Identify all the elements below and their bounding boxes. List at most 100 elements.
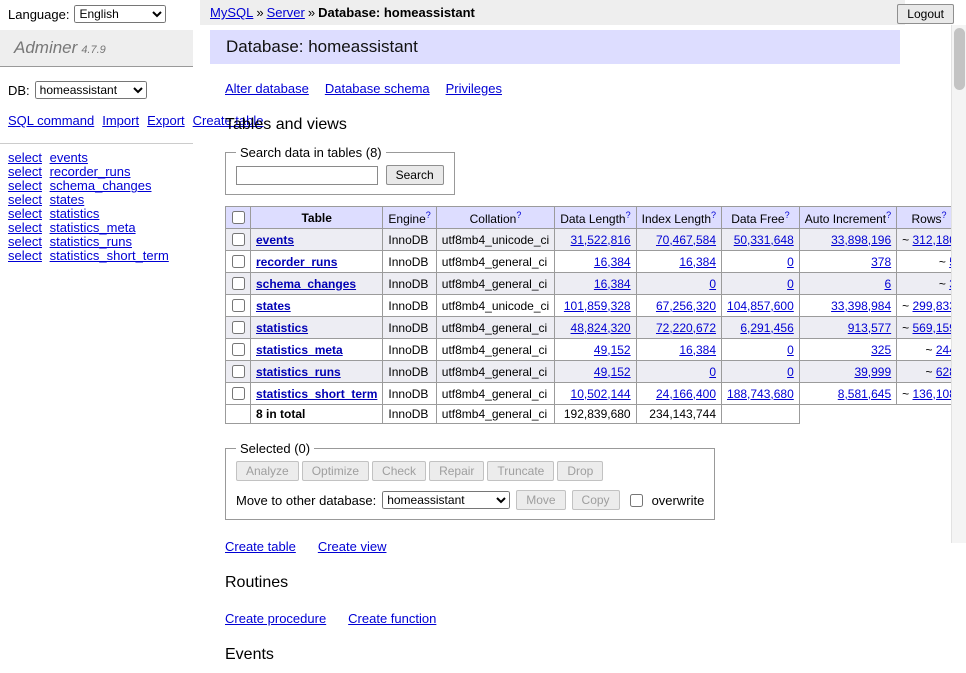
row-checkbox-statistics[interactable] xyxy=(232,321,245,334)
row-checkbox-statistics-runs[interactable] xyxy=(232,365,245,378)
doc-link-engine[interactable]: ? xyxy=(426,210,431,220)
rows-link[interactable]: 569,159 xyxy=(913,321,956,335)
auto-increment-link[interactable]: 33,398,984 xyxy=(831,299,891,313)
data-free-link[interactable]: 188,743,680 xyxy=(727,387,794,401)
table-name-link-schema-changes[interactable]: schema_changes xyxy=(256,277,356,291)
doc-link-collation[interactable]: ? xyxy=(516,210,521,220)
sidebar-select-link-schema-changes[interactable]: select xyxy=(8,178,42,193)
data-free-link[interactable]: 0 xyxy=(787,277,794,291)
table-name-link-events[interactable]: events xyxy=(256,233,294,247)
routine-link-create-function[interactable]: Create function xyxy=(348,611,436,626)
data-length-link[interactable]: 31,522,816 xyxy=(571,233,631,247)
data-free-link[interactable]: 104,857,600 xyxy=(727,299,794,313)
sidebar-table-link-statistics-short-term[interactable]: statistics_short_term xyxy=(50,248,169,263)
auto-increment-link[interactable]: 913,577 xyxy=(848,321,891,335)
language-select[interactable]: English xyxy=(74,5,166,23)
data-length-link[interactable]: 49,152 xyxy=(594,343,631,357)
data-free-link[interactable]: 0 xyxy=(787,365,794,379)
index-length-link[interactable]: 72,220,672 xyxy=(656,321,716,335)
drop-button[interactable]: Drop xyxy=(557,461,603,481)
doc-link-index-length[interactable]: ? xyxy=(711,210,716,220)
table-name-link-statistics-short-term[interactable]: statistics_short_term xyxy=(256,387,377,401)
table-name-link-statistics-meta[interactable]: statistics_meta xyxy=(256,343,343,357)
data-length-link[interactable]: 10,502,144 xyxy=(571,387,631,401)
move-button[interactable]: Move xyxy=(516,490,565,510)
index-length-link[interactable]: 24,166,400 xyxy=(656,387,716,401)
table-name-link-recorder-runs[interactable]: recorder_runs xyxy=(256,255,337,269)
row-checkbox-schema-changes[interactable] xyxy=(232,277,245,290)
truncate-button[interactable]: Truncate xyxy=(487,461,554,481)
sidebar-select-link-events[interactable]: select xyxy=(8,150,42,165)
sidebar-table-link-schema-changes[interactable]: schema_changes xyxy=(50,178,152,193)
auto-increment-link[interactable]: 39,999 xyxy=(854,365,891,379)
sidebar-select-link-recorder-runs[interactable]: select xyxy=(8,164,42,179)
auto-increment-link[interactable]: 8,581,645 xyxy=(838,387,891,401)
auto-increment-link[interactable]: 325 xyxy=(871,343,891,357)
search-input[interactable] xyxy=(236,166,378,185)
rows-link[interactable]: 136,108 xyxy=(913,387,956,401)
db-select[interactable]: homeassistant xyxy=(35,81,147,99)
doc-link-rows[interactable]: ? xyxy=(942,210,947,220)
data-free-link[interactable]: 0 xyxy=(787,255,794,269)
optimize-button[interactable]: Optimize xyxy=(302,461,369,481)
data-length-link[interactable]: 48,824,320 xyxy=(571,321,631,335)
analyze-button[interactable]: Analyze xyxy=(236,461,299,481)
row-checkbox-statistics-short-term[interactable] xyxy=(232,387,245,400)
doc-link-data-length[interactable]: ? xyxy=(626,210,631,220)
select-all-checkbox[interactable] xyxy=(232,211,245,224)
index-length-link[interactable]: 16,384 xyxy=(679,255,716,269)
data-free-link[interactable]: 0 xyxy=(787,343,794,357)
overwrite-checkbox[interactable] xyxy=(630,494,643,507)
table-name-link-statistics-runs[interactable]: statistics_runs xyxy=(256,365,341,379)
row-checkbox-statistics-meta[interactable] xyxy=(232,343,245,356)
sidebar-table-link-statistics-meta[interactable]: statistics_meta xyxy=(50,220,136,235)
sidebar-select-link-statistics[interactable]: select xyxy=(8,206,42,221)
logout-button[interactable]: Logout xyxy=(897,4,954,24)
table-name-link-states[interactable]: states xyxy=(256,299,291,313)
sidebar-table-link-states[interactable]: states xyxy=(50,192,85,207)
sidebar-table-link-recorder-runs[interactable]: recorder_runs xyxy=(50,164,131,179)
sidebar-select-link-statistics-meta[interactable]: select xyxy=(8,220,42,235)
create-link-create-table[interactable]: Create table xyxy=(225,539,296,554)
sidebar-link-export[interactable]: Export xyxy=(147,113,185,128)
sidebar-select-link-statistics-runs[interactable]: select xyxy=(8,234,42,249)
search-button[interactable]: Search xyxy=(386,165,444,185)
copy-button[interactable]: Copy xyxy=(572,490,620,510)
sidebar-table-link-statistics[interactable]: statistics xyxy=(50,206,100,221)
data-free-link[interactable]: 50,331,648 xyxy=(734,233,794,247)
create-link-create-view[interactable]: Create view xyxy=(318,539,387,554)
breadcrumb-mysql-link[interactable]: MySQL xyxy=(210,5,253,20)
sidebar-link-sql-command[interactable]: SQL command xyxy=(8,113,94,128)
routine-link-create-procedure[interactable]: Create procedure xyxy=(225,611,326,626)
auto-increment-link[interactable]: 33,898,196 xyxy=(831,233,891,247)
db-action-link-database-schema[interactable]: Database schema xyxy=(325,81,430,96)
check-button[interactable]: Check xyxy=(372,461,426,481)
doc-link-auto-increment[interactable]: ? xyxy=(886,210,891,220)
table-name-link-statistics[interactable]: statistics xyxy=(256,321,308,335)
index-length-link[interactable]: 0 xyxy=(709,277,716,291)
vertical-scrollbar[interactable] xyxy=(951,25,966,543)
db-action-link-alter-database[interactable]: Alter database xyxy=(225,81,309,96)
index-length-link[interactable]: 0 xyxy=(709,365,716,379)
sidebar-select-link-states[interactable]: select xyxy=(8,192,42,207)
doc-link-data-free[interactable]: ? xyxy=(785,210,790,220)
data-length-link[interactable]: 101,859,328 xyxy=(564,299,631,313)
rows-link[interactable]: 299,833 xyxy=(913,299,956,313)
rows-link[interactable]: 312,180 xyxy=(913,233,956,247)
repair-button[interactable]: Repair xyxy=(429,461,484,481)
db-action-link-privileges[interactable]: Privileges xyxy=(446,81,502,96)
auto-increment-link[interactable]: 378 xyxy=(871,255,891,269)
data-length-link[interactable]: 16,384 xyxy=(594,255,631,269)
sidebar-table-link-statistics-runs[interactable]: statistics_runs xyxy=(50,234,132,249)
data-free-link[interactable]: 6,291,456 xyxy=(740,321,793,335)
breadcrumb-server-link[interactable]: Server xyxy=(267,5,305,20)
auto-increment-link[interactable]: 6 xyxy=(884,277,891,291)
sidebar-select-link-statistics-short-term[interactable]: select xyxy=(8,248,42,263)
scrollbar-thumb[interactable] xyxy=(954,28,965,90)
data-length-link[interactable]: 16,384 xyxy=(594,277,631,291)
sidebar-table-link-events[interactable]: events xyxy=(50,150,88,165)
index-length-link[interactable]: 16,384 xyxy=(679,343,716,357)
index-length-link[interactable]: 70,467,584 xyxy=(656,233,716,247)
move-db-select[interactable]: homeassistant xyxy=(382,491,510,509)
row-checkbox-states[interactable] xyxy=(232,299,245,312)
